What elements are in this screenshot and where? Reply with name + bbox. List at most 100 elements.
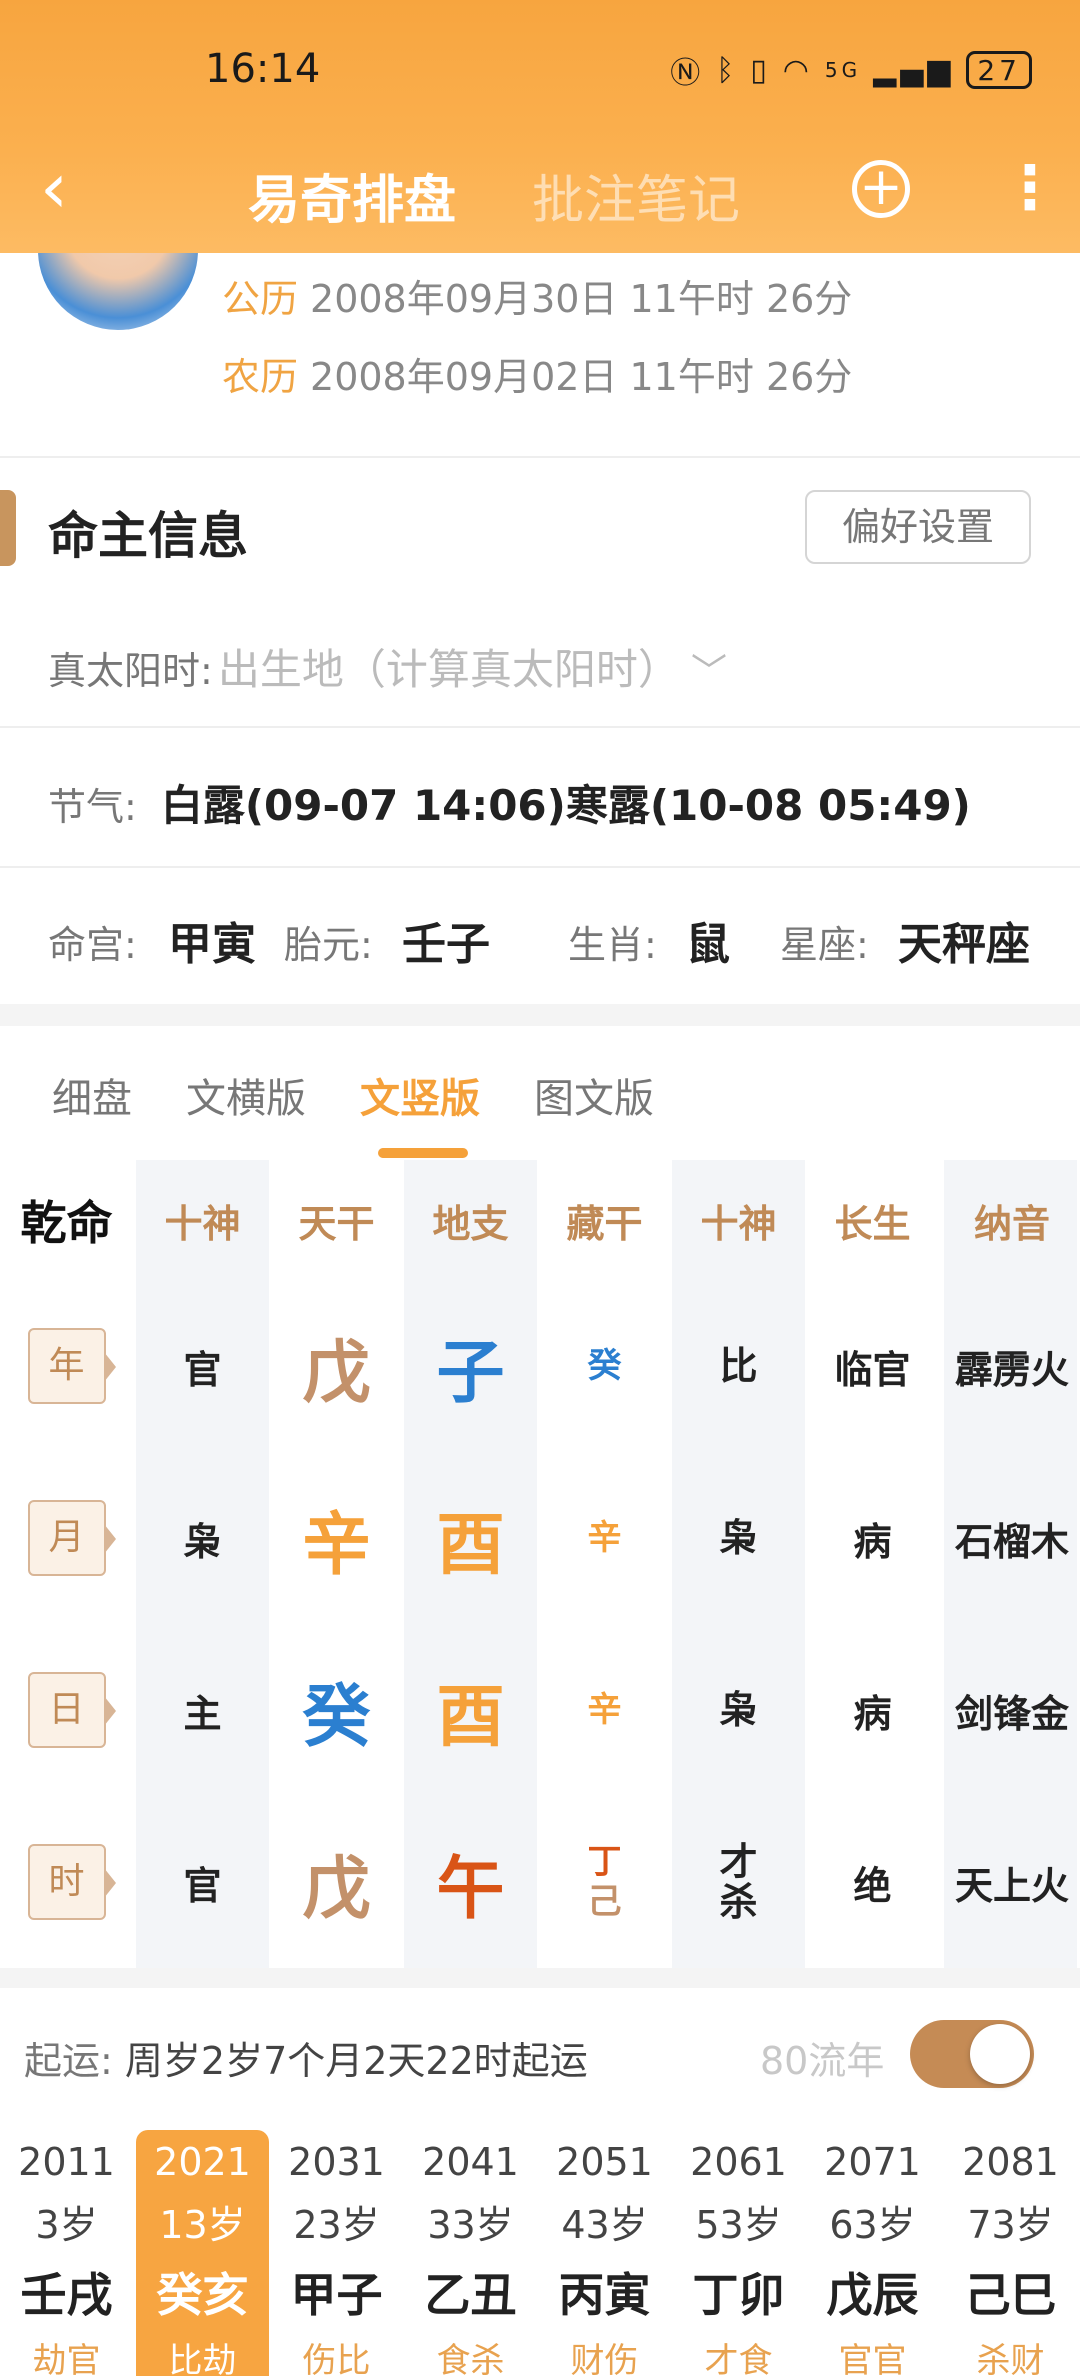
table-corner: 乾命 bbox=[20, 1196, 113, 1250]
solar-label: 公历 bbox=[222, 277, 299, 321]
dayun-year: 2071 bbox=[824, 2140, 921, 2184]
dayun-ganzhi: 乙丑 bbox=[424, 2268, 517, 2322]
dayun-item[interactable]: 2021 13岁 癸亥 比劫 bbox=[136, 2130, 269, 2376]
canggan-cell: 辛 bbox=[538, 1452, 671, 1624]
dayun-year: 2031 bbox=[288, 2140, 385, 2184]
dayun-item[interactable]: 2031 23岁甲子伤比 bbox=[270, 2130, 403, 2376]
true-solar-time-row[interactable]: 真太阳时: 出生地（计算真太阳时） ﹀ bbox=[48, 636, 727, 697]
dayun-ganzhi: 戊辰 bbox=[826, 2268, 919, 2322]
dayun-item[interactable]: 2081 73岁 己巳 杀财 bbox=[944, 2130, 1077, 2376]
active-tab-indicator bbox=[378, 1148, 468, 1158]
shishen2-cell: 枭 bbox=[672, 1452, 805, 1624]
changsheng-cell: 绝 bbox=[853, 1863, 892, 1908]
true-solar-time-label: 真太阳时: bbox=[48, 649, 213, 693]
canggan-char: 辛 bbox=[587, 1690, 622, 1730]
dayun-ganzhi: 壬戌 bbox=[20, 2268, 113, 2322]
shishen2-cell: 比 bbox=[672, 1280, 805, 1452]
changsheng-cell: 病 bbox=[853, 1519, 892, 1564]
nayin-cell: 天上火 bbox=[954, 1863, 1069, 1908]
dayun-age: 23岁 bbox=[293, 2203, 380, 2247]
liunian-toggle[interactable] bbox=[910, 2020, 1034, 2088]
shishen2-char: 枭 bbox=[719, 1688, 758, 1732]
dayun-age: 53岁 bbox=[695, 2203, 782, 2247]
dayun-tag: 比劫 bbox=[168, 2341, 237, 2376]
preferences-button[interactable]: 偏好设置 bbox=[805, 490, 1031, 564]
header-2: 天干 bbox=[298, 1201, 375, 1246]
more-icon[interactable]: ⋮ bbox=[1000, 148, 1060, 228]
lunar-date-row: 农历 2008年09月02日 11午时 26分 bbox=[222, 346, 852, 401]
taiyuan-label: 胎元: bbox=[284, 923, 373, 967]
header-5: 十神 bbox=[700, 1201, 777, 1246]
add-icon[interactable]: + bbox=[852, 160, 910, 218]
signal-icon: ▂▄▆ bbox=[873, 52, 955, 88]
tiangan-cell: 癸 bbox=[302, 1677, 371, 1757]
dayun-tag: 财伤 bbox=[570, 2341, 639, 2376]
pillar-3: 时 bbox=[0, 1796, 133, 1968]
back-icon[interactable]: ‹ bbox=[40, 148, 68, 228]
minggong-label: 命宫: bbox=[48, 923, 137, 967]
dayun-item[interactable]: 2071 63岁 戊辰 官官 bbox=[806, 2130, 939, 2376]
dayun-ganzhi: 己巳 bbox=[964, 2268, 1057, 2322]
tab-xipan[interactable]: 细盘 bbox=[52, 1066, 132, 1124]
dayun-ganzhi: 丙寅 bbox=[558, 2268, 651, 2322]
tab-wenshu[interactable]: 文竖版 bbox=[360, 1066, 480, 1124]
xingzuo-value: 天秤座 bbox=[898, 919, 1030, 970]
tab-wenheng[interactable]: 文横版 bbox=[186, 1066, 306, 1124]
section-title: 命主信息 bbox=[48, 507, 248, 565]
pillar-label: 月 bbox=[27, 1500, 116, 1576]
changsheng-cell: 临官 bbox=[834, 1347, 911, 1392]
shishen2-char: 比 bbox=[719, 1344, 758, 1388]
pillar-label: 年 bbox=[27, 1328, 116, 1404]
shishen2-cell: 枭 bbox=[672, 1624, 805, 1796]
birthplace-selector[interactable]: 出生地（计算真太阳时） bbox=[218, 645, 680, 694]
network-label: 5G bbox=[824, 58, 862, 82]
pillar-2: 日 bbox=[0, 1624, 133, 1796]
shishen-cell: 枭 bbox=[183, 1519, 222, 1564]
canggan-char: 辛 bbox=[587, 1518, 622, 1558]
pillar-1: 月 bbox=[0, 1452, 133, 1624]
canggan-char: 丁 bbox=[587, 1842, 622, 1882]
divider bbox=[0, 866, 1080, 868]
dayun-age: 33岁 bbox=[427, 2203, 514, 2247]
shengxiao-value: 鼠 bbox=[686, 919, 730, 970]
tab-tuwen[interactable]: 图文版 bbox=[534, 1066, 654, 1124]
xingzuo-label: 星座: bbox=[780, 923, 869, 967]
dayun-ganzhi: 丁卯 bbox=[692, 2268, 785, 2322]
dayun-item[interactable]: 2041 33岁 乙丑 食杀 bbox=[404, 2130, 537, 2376]
dayun-year: 2051 bbox=[556, 2140, 653, 2184]
tab-paipan[interactable]: 易奇排盘 bbox=[248, 158, 456, 233]
section-gap bbox=[0, 1004, 1080, 1026]
dayun-ganzhi: 甲子 bbox=[290, 2268, 383, 2322]
qiyun-label: 起运: bbox=[24, 2039, 113, 2083]
shishen2-char: 杀 bbox=[719, 1880, 758, 1924]
dayun-item[interactable]: 2051 43岁 丙寅 财伤 bbox=[538, 2130, 671, 2376]
header-1: 十神 bbox=[164, 1201, 241, 1246]
dayun-item[interactable]: 2011 3岁 壬戌 劫官 bbox=[0, 2130, 133, 2376]
toggle-knob bbox=[970, 2024, 1030, 2084]
changsheng-cell: 病 bbox=[853, 1691, 892, 1736]
battery-icon: 27 bbox=[966, 51, 1032, 89]
solar-value: 2008年09月30日 11午时 26分 bbox=[310, 277, 853, 321]
dayun-tag: 才食 bbox=[704, 2341, 773, 2376]
canggan-cell: 丁己 bbox=[538, 1796, 671, 1968]
taiyuan-value: 壬子 bbox=[402, 919, 490, 970]
tab-notes[interactable]: 批注笔记 bbox=[532, 158, 740, 233]
jieqi-label: 节气: bbox=[48, 785, 137, 829]
shishen2-char: 才 bbox=[719, 1840, 758, 1884]
dayun-tag: 官官 bbox=[838, 2341, 907, 2376]
lunar-label: 农历 bbox=[222, 355, 299, 399]
app-header: 16:14 Ⓝ ᛒ ▯ ◠ 5G ▂▄▆ 27 ‹ 易奇排盘 批注笔记 + ⋮ bbox=[0, 0, 1080, 253]
tiangan-cell: 戊 bbox=[302, 1849, 371, 1929]
dayun-year: 2021 bbox=[154, 2140, 251, 2184]
canggan-cell: 癸 bbox=[538, 1280, 671, 1452]
jieqi-row: 节气: 白露(09-07 14:06)寒露(10-08 05:49) bbox=[48, 772, 971, 833]
dayun-tag: 伤比 bbox=[302, 2341, 371, 2376]
solar-date-row: 公历 2008年09月30日 11午时 26分 bbox=[222, 268, 852, 323]
tiangan-cell: 戊 bbox=[302, 1333, 371, 1413]
dayun-item[interactable]: 2061 53岁 丁卯 才食 bbox=[672, 2130, 805, 2376]
chevron-down-icon[interactable]: ﹀ bbox=[691, 652, 727, 693]
shengxiao-label: 生肖: bbox=[568, 923, 657, 967]
shishen-cell: 主 bbox=[183, 1691, 222, 1736]
lunar-value: 2008年09月02日 11午时 26分 bbox=[310, 355, 853, 399]
dayun-tag: 食杀 bbox=[436, 2341, 505, 2376]
